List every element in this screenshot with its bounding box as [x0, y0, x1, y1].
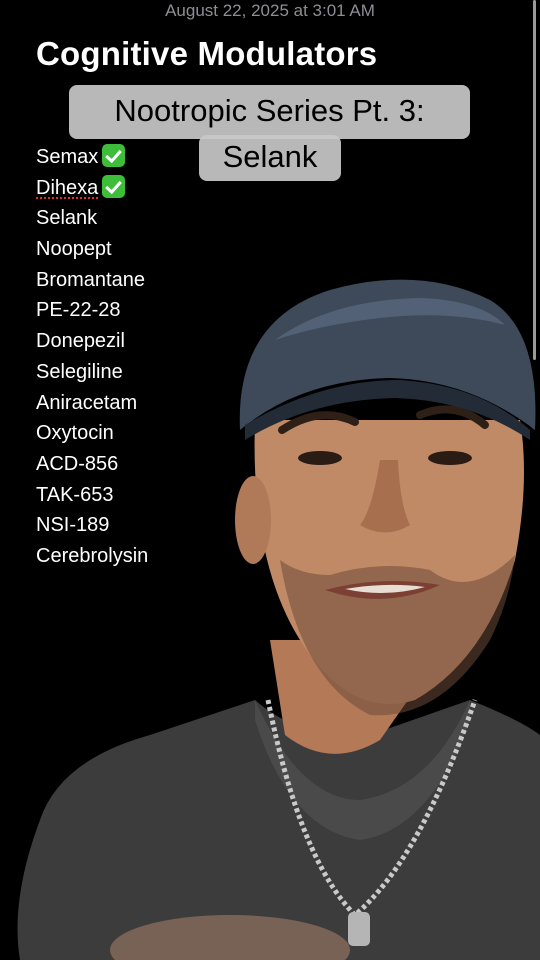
list-item-label: Donepezil: [36, 330, 125, 353]
list-item[interactable]: Oxytocin: [36, 418, 148, 449]
check-mark-icon: [102, 144, 126, 167]
list-item[interactable]: TAK-653: [36, 480, 148, 511]
list-item[interactable]: Selank: [36, 203, 148, 234]
list-item-label: Noopept: [36, 238, 112, 261]
list-item-label: Semax: [36, 146, 99, 168]
list-item-label: Selank: [36, 207, 98, 230]
note-title[interactable]: Cognitive Modulators: [36, 34, 377, 74]
list-item-label: Bromantane: [36, 268, 145, 291]
list-item-label: NSI-189: [36, 514, 110, 537]
list-item-label: Cerebrolysin: [36, 544, 149, 567]
list-item[interactable]: Noopept: [36, 234, 148, 265]
list-item-label: Selegiline: [36, 360, 123, 383]
list-item[interactable]: ACD-856: [36, 449, 148, 480]
list-item-label: Aniracetam: [36, 391, 138, 414]
list-item[interactable]: Dihexa: [36, 173, 148, 204]
note-timestamp: August 22, 2025 at 3:01 AM: [165, 1, 375, 20]
list-item[interactable]: Bromantane: [36, 265, 148, 296]
list-item[interactable]: Aniracetam: [36, 388, 148, 419]
list-item[interactable]: Selegiline: [36, 357, 148, 388]
caption-line-1: Nootropic Series Pt. 3:: [69, 85, 470, 139]
list-item-label: PE-22-28: [36, 299, 121, 322]
compound-list[interactable]: Semax Dihexa Selank Noopept Bromantane P…: [36, 142, 148, 572]
list-item-label: Oxytocin: [36, 422, 114, 445]
list-item[interactable]: Cerebrolysin: [36, 541, 148, 572]
list-item[interactable]: NSI-189: [36, 510, 148, 541]
list-item[interactable]: PE-22-28: [36, 295, 148, 326]
list-item[interactable]: Donepezil: [36, 326, 148, 357]
caption-line-2: Selank: [199, 135, 341, 181]
scroll-indicator[interactable]: [533, 0, 536, 360]
list-item-label: TAK-653: [36, 483, 114, 506]
check-mark-icon: [102, 174, 126, 198]
list-item-label[interactable]: Dihexa: [36, 177, 98, 199]
list-item-label: ACD-856: [36, 452, 119, 475]
list-item[interactable]: Semax: [36, 142, 148, 173]
